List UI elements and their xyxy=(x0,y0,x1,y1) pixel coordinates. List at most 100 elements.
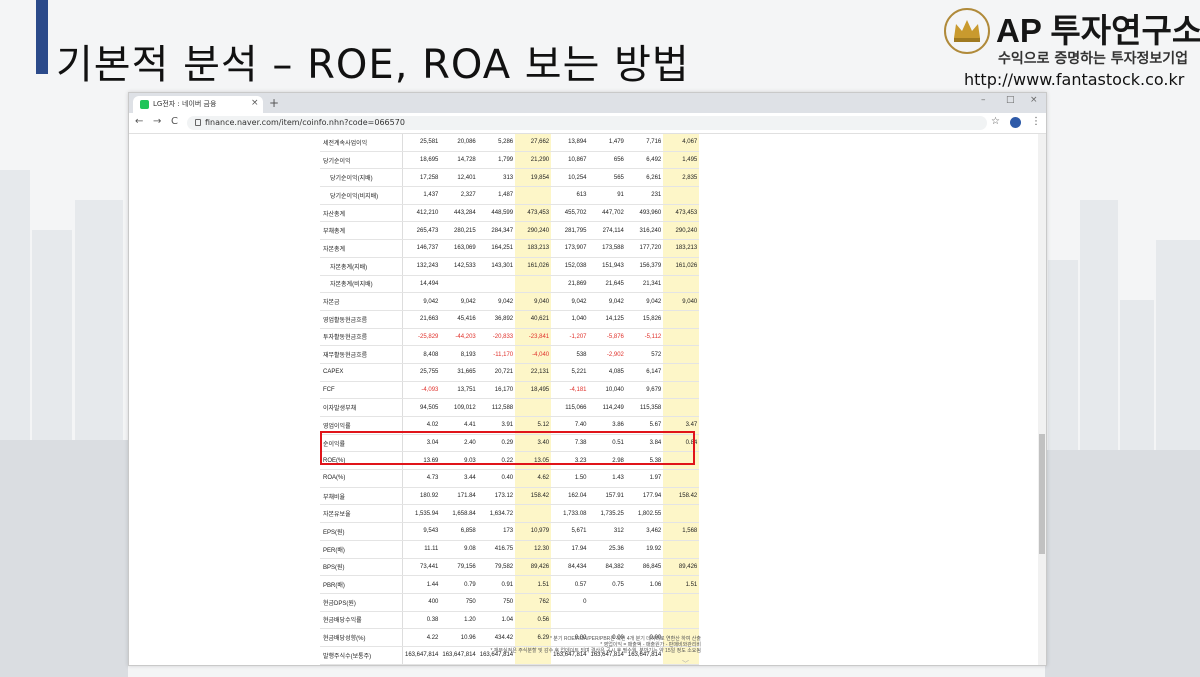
table-cell: 158.42 xyxy=(515,487,552,506)
tab-close-icon[interactable]: × xyxy=(251,98,259,108)
table-cell xyxy=(588,593,626,612)
table-cell: 21,341 xyxy=(625,275,664,294)
table-row: 부채총계 265,473 280,215 284,347 290,240 281,795 2… xyxy=(320,221,700,241)
chevron-down-icon[interactable]: ﹀ xyxy=(682,659,689,665)
forward-button[interactable]: → xyxy=(153,116,161,127)
table-cell: 9,042 xyxy=(625,292,664,311)
table-cell: 20,086 xyxy=(440,134,478,152)
naver-favicon-icon xyxy=(140,100,149,109)
table-row: 영업활동현금흐름 21,663 45,416 36,892 40,621 1,040 14,… xyxy=(320,310,700,329)
table-row: 이자발생부채 94,505 109,012 112,588 115,066 114,249… xyxy=(320,398,700,417)
table-cell: 9.08 xyxy=(440,540,478,559)
profile-avatar[interactable] xyxy=(1010,117,1021,128)
table-row: PER(배) 11.11 9.08 416.75 12.30 17.94 25.36 19.9… xyxy=(320,540,700,559)
slide-title: 기본적 분석 – ROE, ROA 보는 방법 xyxy=(56,42,690,88)
table-cell: 6,261 xyxy=(625,168,664,188)
table-cell: 132,243 xyxy=(402,257,441,276)
table-cell: 0.57 xyxy=(551,575,589,594)
table-cell: 493,960 xyxy=(625,204,664,223)
table-cell: 3,462 xyxy=(625,522,664,541)
table-cell: 1,634.72 xyxy=(477,504,516,524)
browser-menu-icon[interactable]: ⋮ xyxy=(1031,116,1041,127)
reload-button[interactable]: C xyxy=(171,116,178,127)
table-cell: 9,042 xyxy=(477,292,516,311)
table-cell xyxy=(515,186,552,205)
table-cell: 2,835 xyxy=(663,168,700,188)
bookmark-star-icon[interactable]: ☆ xyxy=(991,116,1000,127)
table-cell: 5,221 xyxy=(551,363,589,382)
browser-window: LG전자 : 네이버 금융 × + – □ × ← → C finance.na… xyxy=(128,92,1047,666)
table-cell: 22,131 xyxy=(515,363,552,382)
table-cell: 1,479 xyxy=(588,134,626,152)
scrollbar-thumb[interactable] xyxy=(1039,434,1045,554)
table-cell: 7,716 xyxy=(625,134,664,152)
table-cell: 20,721 xyxy=(477,363,516,382)
table-cell xyxy=(663,611,700,630)
table-cell: 163,069 xyxy=(440,239,478,258)
table-cell: 10,979 xyxy=(515,522,552,541)
table-cell: 455,702 xyxy=(551,204,589,223)
table-cell: 8,193 xyxy=(440,345,478,364)
logo-tagline: 수익으로 증명하는 투자정보기업 xyxy=(998,51,1189,67)
table-row: 부채비율 180.92 171.84 173.12 158.42 162.04 157.91… xyxy=(320,487,700,506)
table-cell: 14,494 xyxy=(402,275,441,294)
table-cell: 17.94 xyxy=(551,540,589,559)
row-label: CAPEX xyxy=(320,363,403,382)
table-cell: 0.79 xyxy=(440,575,478,594)
row-label: 현금배당수익률 xyxy=(320,611,403,630)
table-row: 자산총계 412,210 443,284 448,599 473,453 455,702 4… xyxy=(320,204,700,223)
close-window-button[interactable]: × xyxy=(1030,95,1038,105)
table-cell: 1,040 xyxy=(551,310,589,329)
vertical-scrollbar[interactable] xyxy=(1038,134,1046,665)
table-cell: 25,755 xyxy=(402,363,441,382)
table-cell: 13,894 xyxy=(551,134,589,152)
table-row: CAPEX 25,755 31,665 20,721 22,131 5,221 4,085 6… xyxy=(320,363,700,382)
table-cell: 112,588 xyxy=(477,398,516,417)
tab-title: LG전자 : 네이버 금융 xyxy=(153,100,217,108)
table-cell: 1.44 xyxy=(402,575,441,594)
browser-tab[interactable]: LG전자 : 네이버 금융 × xyxy=(133,96,263,113)
table-cell: -5,876 xyxy=(588,328,626,347)
table-cell: 6,147 xyxy=(625,363,664,382)
row-label: 자본금 xyxy=(320,292,403,311)
table-cell: -23,841 xyxy=(515,328,552,347)
row-label: 당기순이익 xyxy=(320,151,403,170)
table-row: 자본총계 146,737 163,069 164,251 183,213 173,907 1… xyxy=(320,239,700,258)
company-logo: AP 투자연구소 수익으로 증명하는 투자정보기업 http://www.fan… xyxy=(942,4,1200,90)
table-cell: -4,040 xyxy=(515,345,552,364)
table-cell: 156,379 xyxy=(625,257,664,276)
table-cell: 613 xyxy=(551,186,589,205)
crown-icon xyxy=(944,8,990,54)
roe-roa-highlight-box xyxy=(320,431,695,465)
row-label: 당기순이익(비지배) xyxy=(320,186,403,205)
row-label: 세전계속사업이익 xyxy=(320,134,403,152)
tab-bar: LG전자 : 네이버 금융 × + – □ × xyxy=(129,93,1046,113)
back-button[interactable]: ← xyxy=(135,116,143,127)
table-cell: 10,254 xyxy=(551,168,589,188)
table-cell xyxy=(625,593,664,612)
table-cell: 3.44 xyxy=(440,469,478,488)
minimize-button[interactable]: – xyxy=(981,95,986,105)
table-cell: 316,240 xyxy=(625,221,664,241)
table-row: EPS(원) 9,543 6,858 173 10,979 5,671 312 3,462 1,… xyxy=(320,522,700,541)
url-bar[interactable]: finance.naver.com/item/coinfo.nhn?code=0… xyxy=(187,116,987,130)
table-cell: 313 xyxy=(477,168,516,188)
table-cell: -5,112 xyxy=(625,328,664,347)
maximize-button[interactable]: □ xyxy=(1006,95,1015,105)
table-cell: 4.73 xyxy=(402,469,441,488)
table-cell xyxy=(663,275,700,294)
table-cell xyxy=(663,469,700,488)
table-cell: 21,869 xyxy=(551,275,589,294)
new-tab-button[interactable]: + xyxy=(269,96,279,110)
table-row: 투자활동현금흐름 -25,829 -44,203 -20,833 -23,841 -1,2… xyxy=(320,328,700,347)
table-cell: 25,581 xyxy=(402,134,441,152)
table-cell: 151,943 xyxy=(588,257,626,276)
table-cell: 281,795 xyxy=(551,221,589,241)
url-text[interactable]: finance.naver.com/item/coinfo.nhn?code=0… xyxy=(205,118,405,127)
table-cell: 5,671 xyxy=(551,522,589,541)
table-cell: 6,492 xyxy=(625,151,664,170)
logo-name: AP 투자연구소 xyxy=(996,12,1200,49)
table-cell: 164,251 xyxy=(477,239,516,258)
table-cell: -4,093 xyxy=(402,381,441,400)
table-cell: 448,599 xyxy=(477,204,516,223)
